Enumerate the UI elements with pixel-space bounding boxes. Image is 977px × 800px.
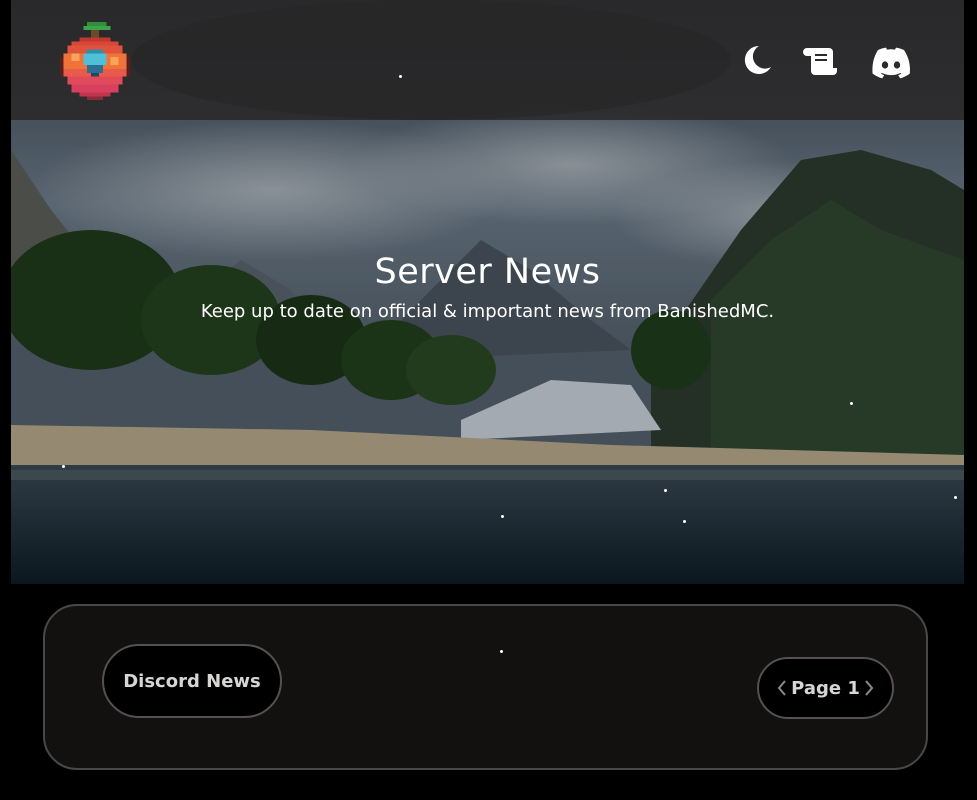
scroll-icon[interactable] (801, 40, 841, 80)
particle (62, 465, 65, 468)
discord-news-button[interactable]: Discord News (102, 644, 282, 718)
particle (399, 75, 402, 78)
page-number: Page 1 (791, 677, 860, 699)
chevron-right-icon[interactable] (862, 676, 876, 700)
page-title: Server News (374, 252, 601, 292)
news-panel: Discord News Page 1 (43, 604, 928, 770)
navbar (11, 0, 964, 120)
hero-text: Server News Keep up to date on official … (11, 248, 964, 326)
particle (954, 496, 957, 499)
particle (683, 520, 686, 523)
page: Server News Keep up to date on official … (0, 0, 977, 800)
particle (501, 515, 504, 518)
particle (850, 402, 853, 405)
discord-icon[interactable] (871, 40, 911, 80)
particle (500, 650, 503, 653)
banishedmc-logo[interactable] (59, 22, 131, 108)
chevron-left-icon[interactable] (775, 676, 789, 700)
page-subtitle: Keep up to date on official & important … (200, 301, 775, 322)
moon-icon[interactable] (737, 40, 777, 80)
particle (664, 489, 667, 492)
pagination: Page 1 (757, 657, 894, 719)
